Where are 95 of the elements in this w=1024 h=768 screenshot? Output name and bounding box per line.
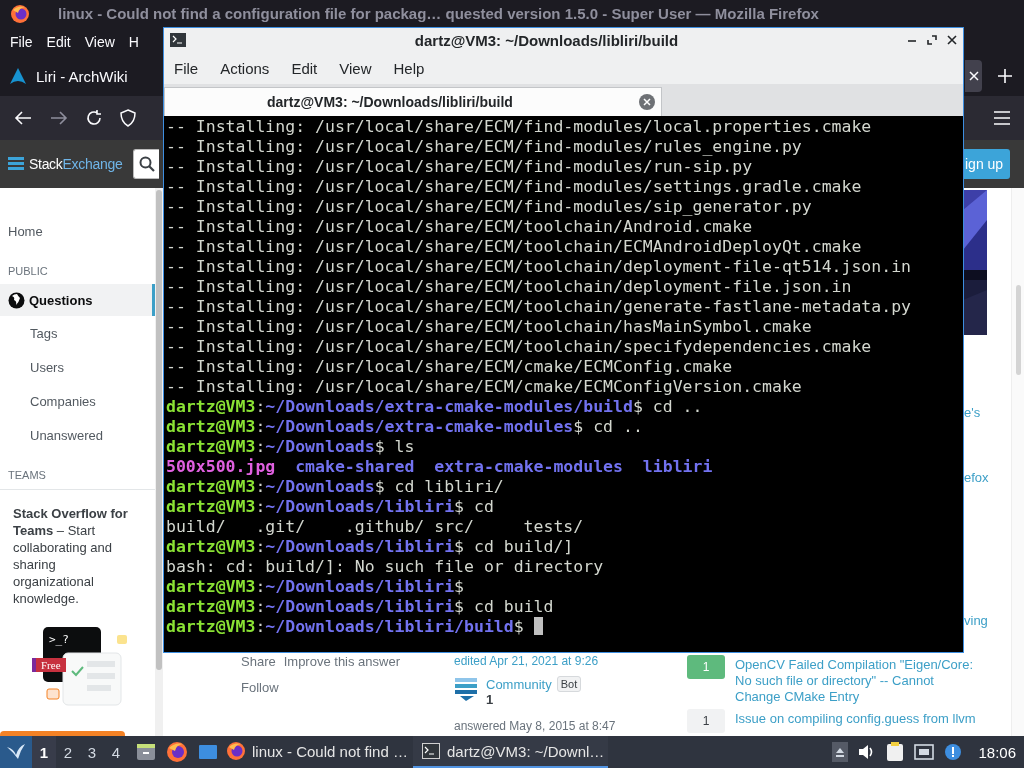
follow-link[interactable]: Follow: [241, 680, 454, 695]
window-title: dartz@VM3: ~/Downloads/libliri/build: [414, 31, 679, 49]
terminal-line: -- Installing: /usr/local/share/ECM/find-modules/sip_generator.py: [166, 197, 812, 216]
terminal-line: dartz@VM3:~/Downloads/libliri/build$: [166, 617, 524, 636]
arch-logo-icon: [10, 68, 26, 84]
terminal-line: -- Installing: /usr/local/share/ECM/toolchain/generate-fastlane-metadata.py: [166, 297, 912, 316]
menu-item[interactable]: Help: [393, 59, 436, 77]
terminal-line: bash: cd: build/]: No such file or directory: [166, 557, 604, 576]
terminal-line: dartz@VM3:~/Downloads/libliri$ cd: [166, 497, 494, 516]
workspace-button[interactable]: 2: [56, 736, 80, 768]
terminal-icon: [421, 741, 441, 761]
menu-item[interactable]: Edit: [291, 59, 329, 77]
free-badge: Free: [32, 658, 66, 672]
scrollbar[interactable]: [1011, 188, 1024, 736]
menu-item[interactable]: View: [84, 33, 115, 50]
menu-icon[interactable]: [994, 111, 1010, 125]
new-tab-icon[interactable]: [998, 69, 1012, 83]
stack-logo-icon: [8, 156, 24, 172]
menu-item[interactable]: File: [10, 33, 33, 50]
section-heading: PUBLIC: [7, 264, 49, 279]
forward-icon[interactable]: [50, 110, 68, 126]
bird-icon: [6, 743, 26, 761]
site-logo[interactable]: StackExchange: [29, 156, 123, 172]
search-button[interactable]: [133, 149, 160, 179]
workspace-button[interactable]: 3: [80, 736, 104, 768]
sidebar-item[interactable]: Questions: [0, 284, 155, 316]
sidebar-item[interactable]: Tags: [0, 316, 155, 350]
section-heading: TEAMS: [7, 468, 47, 483]
reload-icon[interactable]: [86, 110, 102, 126]
menu-item[interactable]: Edit: [46, 33, 71, 50]
browser-tab[interactable]: Liri - ArchWiki: [36, 67, 128, 85]
answered-time: answered May 8, 2015 at 8:47: [454, 719, 617, 733]
terminal-line: -- Installing: /usr/local/share/ECM/toolchain/deployment-file-qt514.json.in: [166, 257, 912, 276]
terminal-line: -- Installing: /usr/local/share/ECM/cmake/ECMConfigVersion.cmake: [166, 377, 802, 396]
terminal-line: dartz@VM3:~/Downloads$ cd libliri/: [166, 477, 504, 496]
shield-icon[interactable]: [120, 109, 136, 127]
post-action-link[interactable]: Improve this answer: [283, 654, 401, 669]
terminal-line: dartz@VM3:~/Downloads/libliri$ cd build: [166, 597, 554, 616]
maximize-icon[interactable]: [927, 35, 937, 45]
sidebar-item[interactable]: Home: [0, 214, 155, 248]
workspace-button[interactable]: 4: [104, 736, 128, 768]
globe-icon: [8, 291, 25, 309]
prompt-glyph: >_?: [49, 633, 69, 646]
browser-tab[interactable]: [965, 60, 982, 92]
terminal-line: build/ .git/ .github/ src/ tests/: [166, 517, 584, 536]
terminal-line: dartz@VM3:~/Downloads/extra-cmake-modules/build$ cd ..: [166, 397, 703, 416]
menu-item[interactable]: File: [174, 59, 210, 77]
firefox-icon[interactable]: [166, 741, 188, 763]
terminal-line: dartz@VM3:~/Downloads$ ls: [166, 437, 415, 456]
terminal-line: -- Installing: /usr/local/share/ECM/toolchain/Android.cmake: [166, 217, 753, 236]
terminal-line: -- Installing: /usr/local/share/ECM/toolchain/hasMainSymbol.cmake: [166, 317, 812, 336]
terminal-line: -- Installing: /usr/local/share/ECM/toolchain/deployment-file.json.in: [166, 277, 852, 296]
taskbar-task[interactable]: dartz@VM3: ~/Downl…: [413, 736, 608, 768]
terminal-line: -- Installing: /usr/local/share/ECM/toolchain/ECMAndroidDeployQt.cmake: [166, 237, 862, 256]
clock: 18:06: [978, 743, 1016, 761]
avatar-icon: [454, 676, 478, 702]
tray-expand-icon[interactable]: [832, 742, 849, 762]
bot-badge: Bot: [556, 676, 582, 692]
search-icon: [138, 156, 155, 172]
sidebar-item[interactable]: Companies: [0, 384, 155, 418]
scrollbar[interactable]: [155, 188, 163, 736]
close-icon[interactable]: [947, 35, 957, 45]
taskbar-task[interactable]: linux - Could not find …: [218, 736, 413, 768]
sidebar-item[interactable]: Users: [0, 350, 155, 384]
teams-description: Stack Overflow for Teams – Start collaborating and sharing organizational knowledge.: [13, 505, 129, 607]
terminal-line: 500x500.jpg cmake-shared extra-cmake-modules libliri: [166, 457, 713, 476]
terminal-line: -- Installing: /usr/local/share/ECM/find-modules/local.properties.cmake: [166, 117, 872, 136]
sidebar-item[interactable]: Unanswered: [0, 418, 155, 452]
firefox-icon: [226, 741, 246, 761]
score-badge: 1: [687, 655, 725, 679]
workspace-button[interactable]: 1: [32, 736, 56, 768]
window-icon[interactable]: [198, 743, 218, 761]
post-action-link[interactable]: Share: [241, 654, 276, 669]
terminal-icon: [170, 33, 186, 47]
window-title: linux - Could not find a configuration file for packag… quested version 1.5.0 - Super User — Mozilla Firefox: [58, 5, 819, 22]
terminal-line: dartz@VM3:~/Downloads/libliri$: [166, 577, 465, 596]
terminal-line: -- Installing: /usr/local/share/ECM/find-modules/rules_engine.py: [166, 137, 802, 156]
file-cabinet-icon[interactable]: [136, 742, 156, 762]
terminal-line: -- Installing: /usr/local/share/ECM/toolchain/specifydependencies.cmake: [166, 337, 872, 356]
start-button[interactable]: [0, 736, 32, 768]
terminal-line: -- Installing: /usr/local/share/ECM/cmake/ECMConfig.cmake: [166, 357, 733, 376]
terminal-line: -- Installing: /usr/local/share/ECM/find-modules/run-sip.py: [166, 157, 753, 176]
terminal-line: -- Installing: /usr/local/share/ECM/find-modules/settings.gradle.cmake: [166, 177, 862, 196]
score-badge: 1: [687, 709, 725, 733]
terminal-line: dartz@VM3:~/Downloads/extra-cmake-modules$ cd ..: [166, 417, 643, 436]
back-icon[interactable]: [14, 110, 32, 126]
clipboard-icon[interactable]: [886, 742, 905, 762]
reputation: 1: [486, 692, 495, 707]
terminal-line: dartz@VM3:~/Downloads/libliri$ cd build/]: [166, 537, 574, 556]
firefox-icon: [10, 3, 30, 24]
menu-item[interactable]: H: [128, 33, 139, 50]
menu-item[interactable]: Actions: [220, 59, 281, 77]
notification-icon[interactable]: [944, 743, 963, 761]
menu-item[interactable]: View: [339, 59, 383, 77]
network-icon[interactable]: [914, 743, 935, 761]
